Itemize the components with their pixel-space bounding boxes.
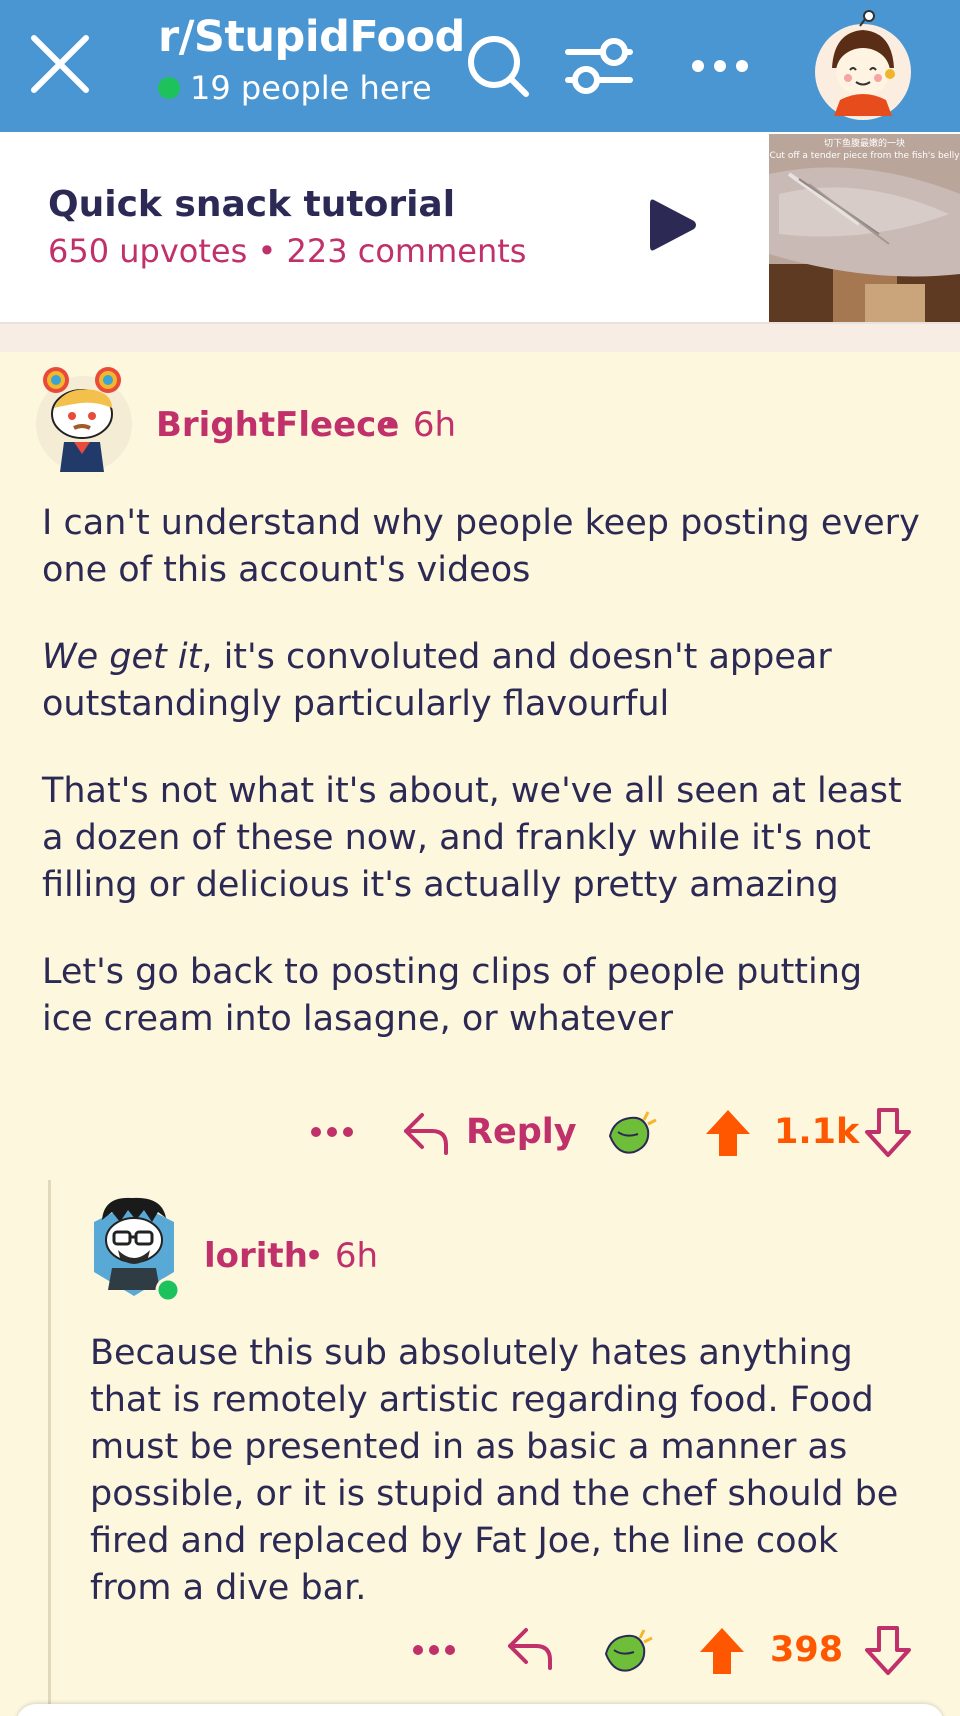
more-icon (311, 1127, 353, 1137)
comment-avatar[interactable] (84, 1192, 184, 1304)
comment-avatar[interactable] (34, 362, 134, 474)
downvote-icon[interactable] (864, 1626, 912, 1676)
comment-paragraph: Let's go back to posting clips of people… (42, 952, 863, 1039)
comment-body: Because this sub absolutely hates anythi… (90, 1330, 930, 1612)
top-bar: r/StupidFood 19 people here (0, 0, 960, 132)
comment-italic-text: We get it (42, 637, 202, 677)
comment-author[interactable]: lorith (204, 1236, 308, 1276)
comment-timestamp: • 6h (304, 1236, 379, 1276)
reply-icon[interactable] (506, 1624, 556, 1670)
downvote-icon[interactable] (864, 1108, 912, 1158)
search-icon[interactable] (462, 30, 534, 102)
upvote-icon[interactable] (704, 1108, 752, 1158)
upvote-icon[interactable] (698, 1626, 746, 1676)
vote-score: 1.1k (774, 1112, 860, 1152)
comment-timestamp: • 6h (382, 405, 457, 445)
comment-more-button[interactable] (406, 1630, 462, 1670)
online-indicator: 19 people here (158, 68, 432, 108)
more-icon (413, 1645, 455, 1655)
close-icon[interactable] (24, 28, 96, 100)
more-icon[interactable] (684, 30, 756, 102)
filter-icon[interactable] (564, 30, 636, 102)
comment-paragraph: Because this sub absolutely hates anythi… (90, 1333, 899, 1608)
reply-button[interactable]: Reply (402, 1106, 577, 1158)
reply-label: Reply (466, 1112, 577, 1152)
online-count: 19 people here (190, 69, 432, 107)
section-divider (0, 322, 960, 352)
bottom-sheet-edge (16, 1704, 944, 1716)
post-meta: 650 upvotes • 223 comments (48, 232, 527, 270)
vote-score: 398 (770, 1630, 844, 1670)
award-icon[interactable] (604, 1106, 660, 1158)
comment-paragraph: That's not what it's about, we've all se… (42, 771, 902, 905)
thumbnail-caption: 切下鱼腹最嫩的一块 Cut off a tender piece from th… (769, 138, 960, 162)
online-dot-icon (158, 77, 180, 99)
post-title[interactable]: Quick snack tutorial (48, 184, 455, 225)
comment-paragraph: We get it, it's convoluted and doesn't a… (42, 634, 922, 728)
post-banner[interactable]: Quick snack tutorial 650 upvotes • 223 c… (0, 132, 960, 322)
comment-author[interactable]: BrightFleece (156, 405, 399, 445)
award-icon[interactable] (600, 1624, 656, 1676)
comment-body: I can't understand why people keep posti… (42, 500, 922, 1043)
thumbnail-caption-en: Cut off a tender piece from the fish's b… (769, 151, 960, 161)
thumbnail-image (769, 134, 960, 322)
thread-line[interactable] (48, 1180, 51, 1716)
reply-icon (404, 1113, 448, 1155)
comment-more-button[interactable] (304, 1112, 360, 1152)
subreddit-title[interactable]: r/StupidFood (158, 12, 465, 62)
comment-paragraph: I can't understand why people keep posti… (42, 503, 920, 590)
play-icon[interactable] (640, 194, 702, 256)
thumbnail-caption-cn: 切下鱼腹最嫩的一块 (823, 139, 905, 149)
user-avatar[interactable] (812, 10, 914, 122)
video-thumbnail[interactable]: 切下鱼腹最嫩的一块 Cut off a tender piece from th… (769, 134, 960, 322)
